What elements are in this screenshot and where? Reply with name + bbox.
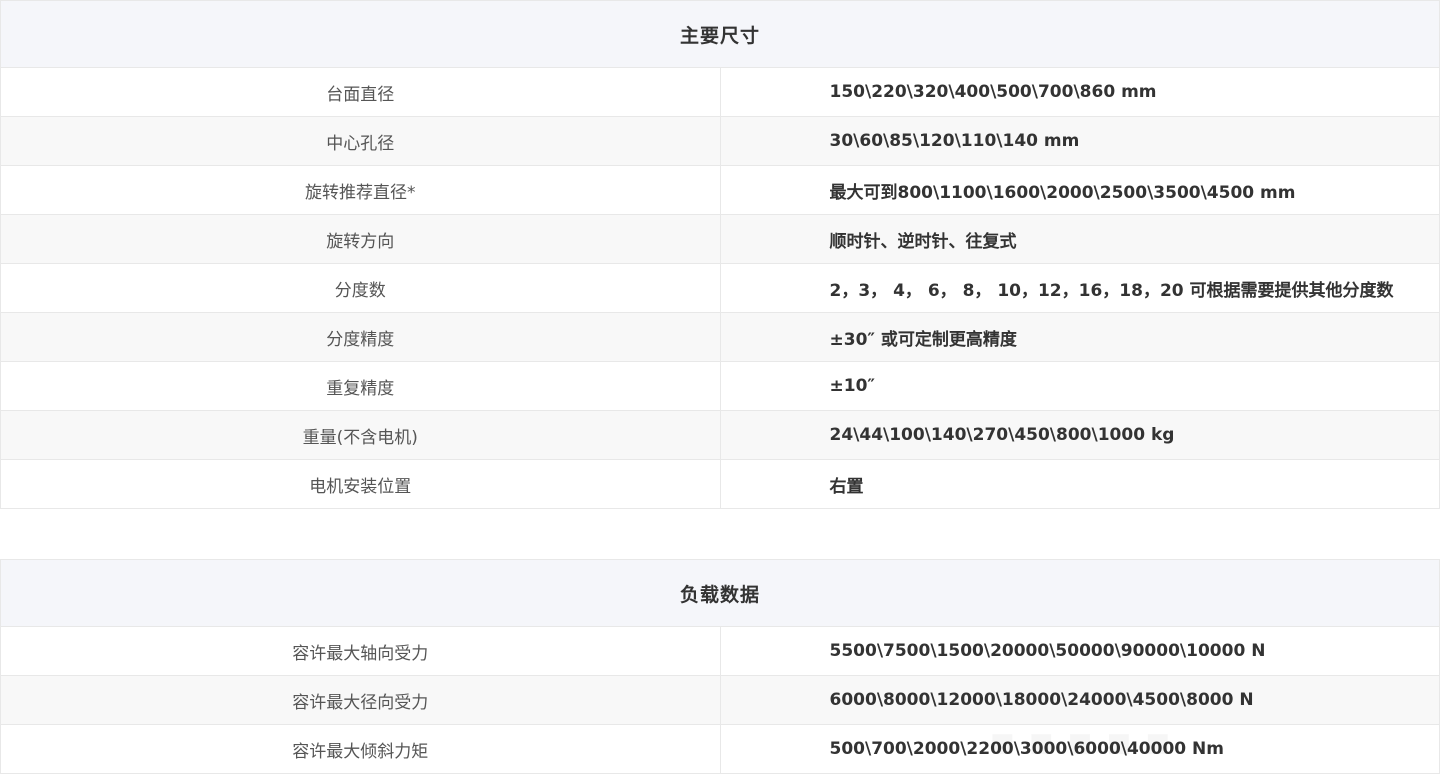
table-row: 容许最大径向受力 6000\8000\12000\18000\24000\450…	[0, 675, 1440, 725]
row-value: 500\700\2000\2200\3000\6000\40000 Nm	[719, 724, 1440, 774]
row-label: 分度数	[0, 263, 721, 313]
row-value: 最大可到800\1100\1600\2000\2500\3500\4500 mm	[719, 165, 1440, 215]
table-row: 电机安装位置 右置	[0, 459, 1440, 509]
row-value: ±10″	[719, 361, 1440, 411]
row-label: 重复精度	[0, 361, 721, 411]
table-row: 重复精度 ±10″	[0, 361, 1440, 411]
table-row: 旋转推荐直径* 最大可到800\1100\1600\2000\2500\3500…	[0, 165, 1440, 215]
row-label: 电机安装位置	[0, 459, 721, 509]
row-value: 6000\8000\12000\18000\24000\4500\8000 N	[719, 675, 1440, 725]
row-value: 24\44\100\140\270\450\800\1000 kg	[719, 410, 1440, 460]
row-value: 30\60\85\120\110\140 mm	[719, 116, 1440, 166]
row-value: 右置	[719, 459, 1440, 509]
row-label: 分度精度	[0, 312, 721, 362]
row-label: 台面直径	[0, 67, 721, 117]
table-row: 中心孔径 30\60\85\120\110\140 mm	[0, 116, 1440, 166]
table-header-row: 主要尺寸	[0, 0, 1440, 68]
row-label: 重量(不含电机)	[0, 410, 721, 460]
row-label: 容许最大轴向受力	[0, 626, 721, 676]
table-row: 旋转方向 顺时针、逆时针、往复式	[0, 214, 1440, 264]
row-label: 中心孔径	[0, 116, 721, 166]
table-header-row: 负载数据	[0, 559, 1440, 627]
table-row: 容许最大倾斜力矩 500\700\2000\2200\3000\6000\400…	[0, 724, 1440, 774]
main-dimensions-title: 主要尺寸	[0, 0, 1440, 68]
row-label: 旋转推荐直径*	[0, 165, 721, 215]
row-label: 旋转方向	[0, 214, 721, 264]
table-row: 分度数 2，3， 4， 6， 8， 10，12，16，18，20 可根据需要提供…	[0, 263, 1440, 313]
row-label: 容许最大倾斜力矩	[0, 724, 721, 774]
row-value: 2，3， 4， 6， 8， 10，12，16，18，20 可根据需要提供其他分度…	[719, 263, 1440, 313]
row-value: 5500\7500\1500\20000\50000\90000\10000 N	[719, 626, 1440, 676]
table-row: 重量(不含电机) 24\44\100\140\270\450\800\1000 …	[0, 410, 1440, 460]
row-value: ±30″ 或可定制更高精度	[719, 312, 1440, 362]
load-data-table: 负载数据 容许最大轴向受力 5500\7500\1500\20000\50000…	[0, 559, 1440, 774]
row-value: 150\220\320\400\500\700\860 mm	[719, 67, 1440, 117]
main-dimensions-table: 主要尺寸 台面直径 150\220\320\400\500\700\860 mm…	[0, 0, 1440, 509]
row-value: 顺时针、逆时针、往复式	[719, 214, 1440, 264]
table-row: 台面直径 150\220\320\400\500\700\860 mm	[0, 67, 1440, 117]
table-row: 容许最大轴向受力 5500\7500\1500\20000\50000\9000…	[0, 626, 1440, 676]
table-row: 分度精度 ±30″ 或可定制更高精度	[0, 312, 1440, 362]
load-data-title: 负载数据	[0, 559, 1440, 627]
row-label: 容许最大径向受力	[0, 675, 721, 725]
